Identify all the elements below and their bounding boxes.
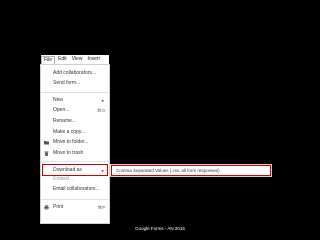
menu-item-label: Add collaborators... [53,70,97,76]
menubar-file[interactable]: File [41,56,56,64]
menu-item-email-collaborators[interactable]: Email collaborators... [41,185,109,194]
menu-item-add-collaborators[interactable]: Add collaborators... [41,69,109,78]
chevron-right-icon: ► [101,168,105,173]
menu-item-label: Move to folder... [53,139,89,145]
menubar-insert[interactable]: Insert [85,55,102,64]
menu-item-download-as[interactable]: Download as ► [41,166,109,175]
slide-frame: File Edit View Insert Add collaborators.… [0,0,320,240]
slide-caption: Google Forms - AN 2015 [135,226,185,231]
menu-item-move-to-folder[interactable]: Move to folder... [41,138,109,147]
menu-item-label: Send form... [53,80,81,86]
menubar-view[interactable]: View [70,55,85,64]
shortcut-open: ⌘O [96,108,105,113]
menu-item-label: Print [53,204,64,210]
print-icon [44,205,49,210]
menu-separator [41,199,109,200]
folder-icon [44,141,49,145]
menu-item-label: Download as [53,167,82,173]
menu-item-new[interactable]: New ► [41,96,109,105]
menu-item-label: Open... [53,107,70,113]
trash-icon [44,151,49,156]
shortcut-print: ⌘P [97,205,105,210]
menu-separator [41,161,109,162]
menu-item-label: Embed... [53,176,74,182]
menu-item-send-form[interactable]: Send form... [41,79,109,88]
menu-item-label: Email collaborators... [53,186,100,192]
menu-item-open[interactable]: Open... ⌘O [41,106,109,115]
menu-item-rename[interactable]: Rename... [41,117,109,126]
menu-item-make-copy[interactable]: Make a copy... [41,128,109,137]
menu-item-label: Make a copy... [53,129,86,135]
menu-separator [41,92,109,93]
menu-item-print[interactable]: Print ⌘P [41,203,109,212]
submenu-item-csv[interactable]: Comma Separated Values (.csv, all form r… [116,165,220,176]
download-as-submenu: Comma Separated Values (.csv, all form r… [110,165,271,176]
menu-item-label: Move to trash [53,150,84,156]
menu-item-label: New [53,97,64,103]
chevron-right-icon: ► [101,98,105,103]
menu-item-embed[interactable]: Embed... [41,175,109,184]
menubar: File Edit View Insert [41,55,109,65]
menu-item-label: Rename... [53,118,77,124]
menubar-edit[interactable]: Edit [56,55,69,64]
menu-item-move-to-trash[interactable]: Move to trash [41,149,109,158]
file-menu: Add collaborators... Send form... New ► … [41,65,109,223]
